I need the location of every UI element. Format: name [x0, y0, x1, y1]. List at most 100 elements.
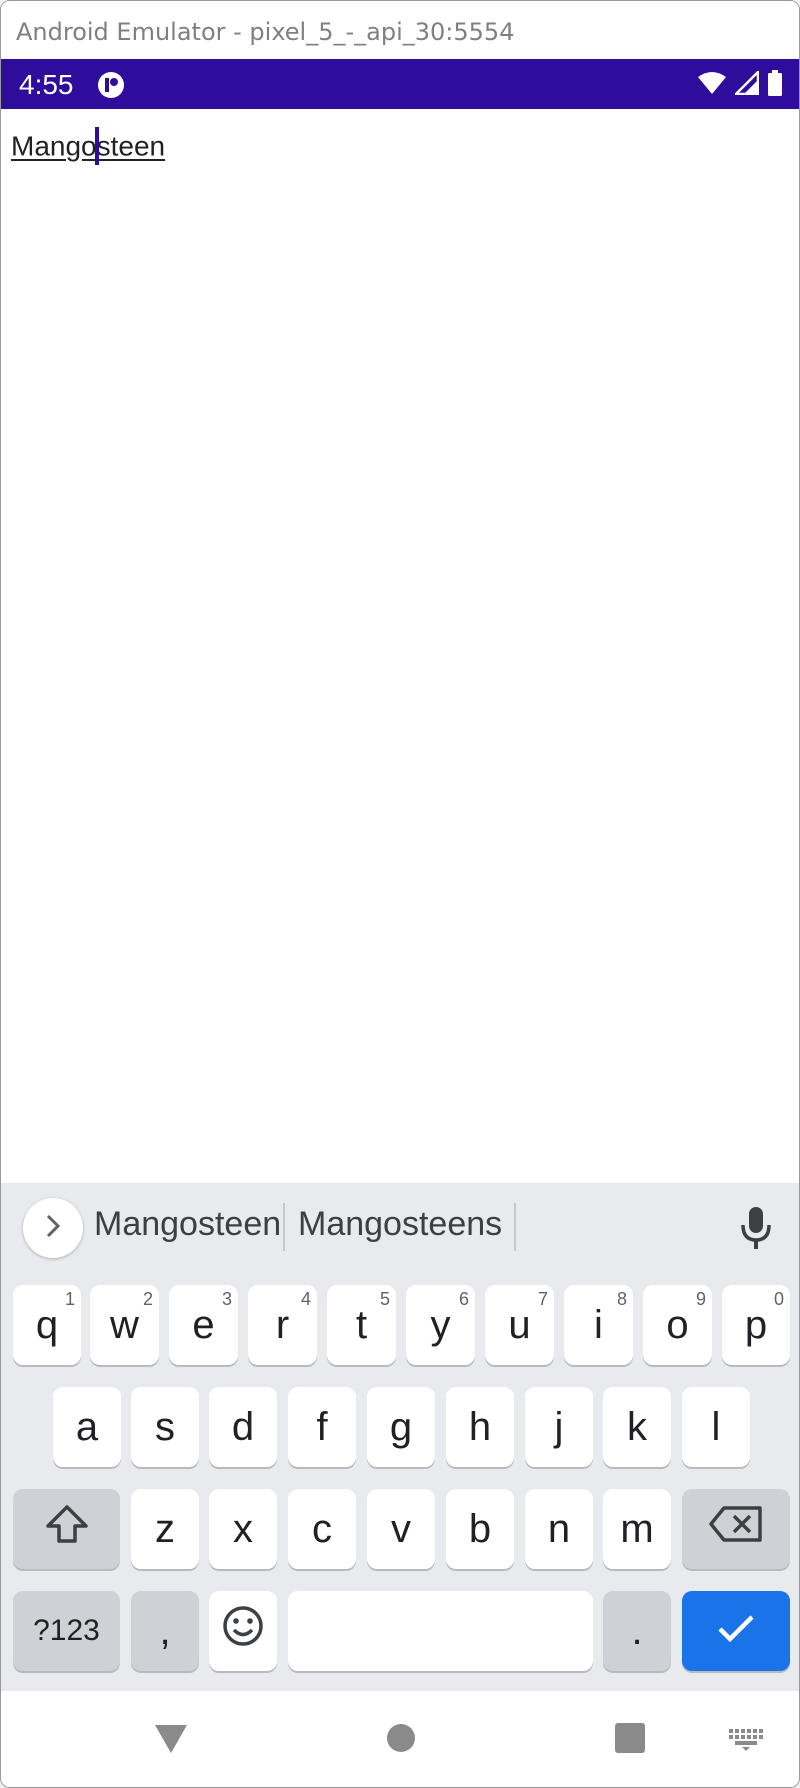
key-hint: 8 [616, 1289, 627, 1309]
key-label: , [159, 1608, 171, 1653]
key-label: h [468, 1404, 492, 1449]
status-time: 4:55 [19, 69, 74, 100]
comma-key[interactable]: , [131, 1591, 199, 1671]
key-k[interactable]: k [603, 1387, 671, 1467]
key-h[interactable]: h [446, 1387, 514, 1467]
key-label: q [35, 1302, 59, 1347]
key-label: j [554, 1404, 564, 1449]
key-label: z [155, 1506, 175, 1551]
key-i[interactable]: i8 [564, 1285, 633, 1365]
wifi-icon [697, 71, 727, 100]
expand-toolbar-button[interactable] [23, 1198, 83, 1258]
key-l[interactable]: l [682, 1387, 750, 1467]
key-label: n [547, 1506, 571, 1551]
key-label: b [468, 1506, 492, 1551]
key-d[interactable]: d [209, 1387, 277, 1467]
period-key[interactable]: . [603, 1591, 671, 1671]
window-title: Android Emulator - pixel_5_-_api_30:5554 [16, 18, 515, 46]
suggestion-2[interactable]: Mangosteens [298, 1205, 502, 1244]
key-e[interactable]: e3 [169, 1285, 238, 1365]
keyboard-switch-icon[interactable] [729, 1729, 763, 1751]
text-after-cursor: steen [96, 130, 166, 162]
suggestion-strip: Mangosteen Mangosteens [1, 1183, 799, 1273]
key-label: v [391, 1506, 411, 1551]
key-hint: 9 [695, 1289, 706, 1309]
back-icon[interactable] [153, 1721, 189, 1755]
text-cursor [94, 127, 99, 165]
key-label: y [430, 1302, 451, 1347]
status-bar: 4:55 [1, 59, 799, 109]
backspace-key[interactable] [682, 1489, 790, 1569]
key-hint: 4 [300, 1289, 311, 1309]
key-label: g [389, 1404, 413, 1449]
key-label: p [744, 1302, 768, 1347]
key-y[interactable]: y6 [406, 1285, 475, 1365]
key-label: ?123 [33, 1614, 100, 1647]
key-label: w [110, 1302, 139, 1347]
key-o[interactable]: o9 [643, 1285, 712, 1365]
key-label: f [316, 1404, 328, 1449]
key-g[interactable]: g [367, 1387, 435, 1467]
key-v[interactable]: v [367, 1489, 435, 1569]
key-a[interactable]: a [53, 1387, 121, 1467]
key-label: i [594, 1302, 603, 1347]
key-label: d [231, 1404, 255, 1449]
key-r[interactable]: r4 [248, 1285, 317, 1365]
key-w[interactable]: w2 [90, 1285, 159, 1365]
key-label: o [666, 1302, 689, 1347]
key-label: c [312, 1506, 332, 1551]
key-x[interactable]: x [209, 1489, 277, 1569]
key-b[interactable]: b [446, 1489, 514, 1569]
key-label: l [711, 1404, 721, 1449]
key-label: k [627, 1404, 647, 1449]
key-hint: 7 [537, 1289, 548, 1309]
shift-icon [44, 1503, 90, 1555]
home-icon[interactable] [386, 1723, 416, 1753]
key-hint: 0 [773, 1289, 784, 1309]
emoji-icon [222, 1605, 264, 1657]
microphone-icon[interactable] [739, 1205, 773, 1256]
suggestion-1[interactable]: Mangosteen [94, 1205, 281, 1244]
suggestion-divider [514, 1203, 516, 1251]
recents-icon[interactable] [615, 1723, 645, 1753]
key-label: t [355, 1302, 368, 1347]
checkmark-icon [716, 1609, 756, 1654]
symbols-key[interactable]: ?123 [13, 1591, 120, 1671]
key-label: a [75, 1404, 99, 1449]
enter-key[interactable] [682, 1591, 790, 1671]
text-field[interactable]: Mangosteen [11, 127, 166, 167]
emoji-key[interactable] [209, 1591, 277, 1671]
shift-key[interactable] [13, 1489, 120, 1569]
navigation-bar [1, 1691, 799, 1787]
key-m[interactable]: m [603, 1489, 671, 1569]
key-hint: 5 [379, 1289, 390, 1309]
key-q[interactable]: q1 [13, 1285, 81, 1365]
key-t[interactable]: t5 [327, 1285, 396, 1365]
key-p[interactable]: p0 [722, 1285, 790, 1365]
key-z[interactable]: z [131, 1489, 199, 1569]
system-icons [697, 68, 783, 101]
battery-icon [767, 69, 783, 101]
key-label: s [155, 1404, 175, 1449]
key-label: u [508, 1302, 531, 1347]
emulator-window: Android Emulator - pixel_5_-_api_30:5554… [0, 0, 800, 1788]
key-hint: 2 [142, 1289, 153, 1309]
app-content: Mangosteen [1, 109, 799, 1183]
window-titlebar: Android Emulator - pixel_5_-_api_30:5554 [1, 1, 799, 59]
key-label: . [631, 1608, 643, 1653]
key-c[interactable]: c [288, 1489, 356, 1569]
signal-icon [732, 68, 760, 100]
space-key[interactable] [288, 1591, 593, 1671]
key-hint: 3 [221, 1289, 232, 1309]
key-label: e [192, 1302, 215, 1347]
key-n[interactable]: n [525, 1489, 593, 1569]
key-hint: 6 [458, 1289, 469, 1309]
backspace-icon [708, 1504, 764, 1554]
key-hint: 1 [64, 1289, 75, 1309]
chevron-right-icon [43, 1212, 63, 1245]
key-label: x [233, 1506, 253, 1551]
key-s[interactable]: s [131, 1387, 199, 1467]
key-u[interactable]: u7 [485, 1285, 554, 1365]
key-j[interactable]: j [525, 1387, 593, 1467]
key-f[interactable]: f [288, 1387, 356, 1467]
